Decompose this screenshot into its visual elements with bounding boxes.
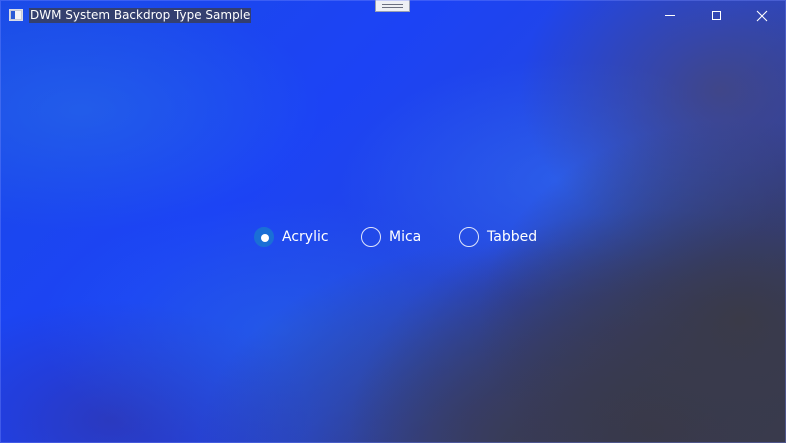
radio-label-acrylic: Acrylic xyxy=(282,229,329,245)
radio-label-mica: Mica xyxy=(389,229,422,245)
maximize-icon xyxy=(711,11,721,20)
window-title: DWM System Backdrop Type Sample xyxy=(29,8,252,23)
radio-label-tabbed: Tabbed xyxy=(487,229,538,245)
close-icon xyxy=(756,10,768,21)
radio-tabbed[interactable]: Tabbed xyxy=(459,227,537,247)
snap-grip-handle[interactable] xyxy=(375,0,410,12)
title-bar[interactable]: DWM System Backdrop Type Sample xyxy=(0,0,786,31)
window-backdrop xyxy=(0,0,786,443)
minimize-icon xyxy=(665,15,675,16)
minimize-button[interactable] xyxy=(647,0,693,31)
app-window-icon[interactable] xyxy=(9,9,23,21)
radio-acrylic[interactable]: Acrylic xyxy=(254,227,329,247)
maximize-button[interactable] xyxy=(693,0,739,31)
radio-indicator-checked[interactable] xyxy=(254,227,274,247)
radio-indicator[interactable] xyxy=(361,227,381,247)
radio-mica[interactable]: Mica xyxy=(361,227,421,247)
radio-indicator[interactable] xyxy=(459,227,479,247)
close-button[interactable] xyxy=(739,0,785,31)
